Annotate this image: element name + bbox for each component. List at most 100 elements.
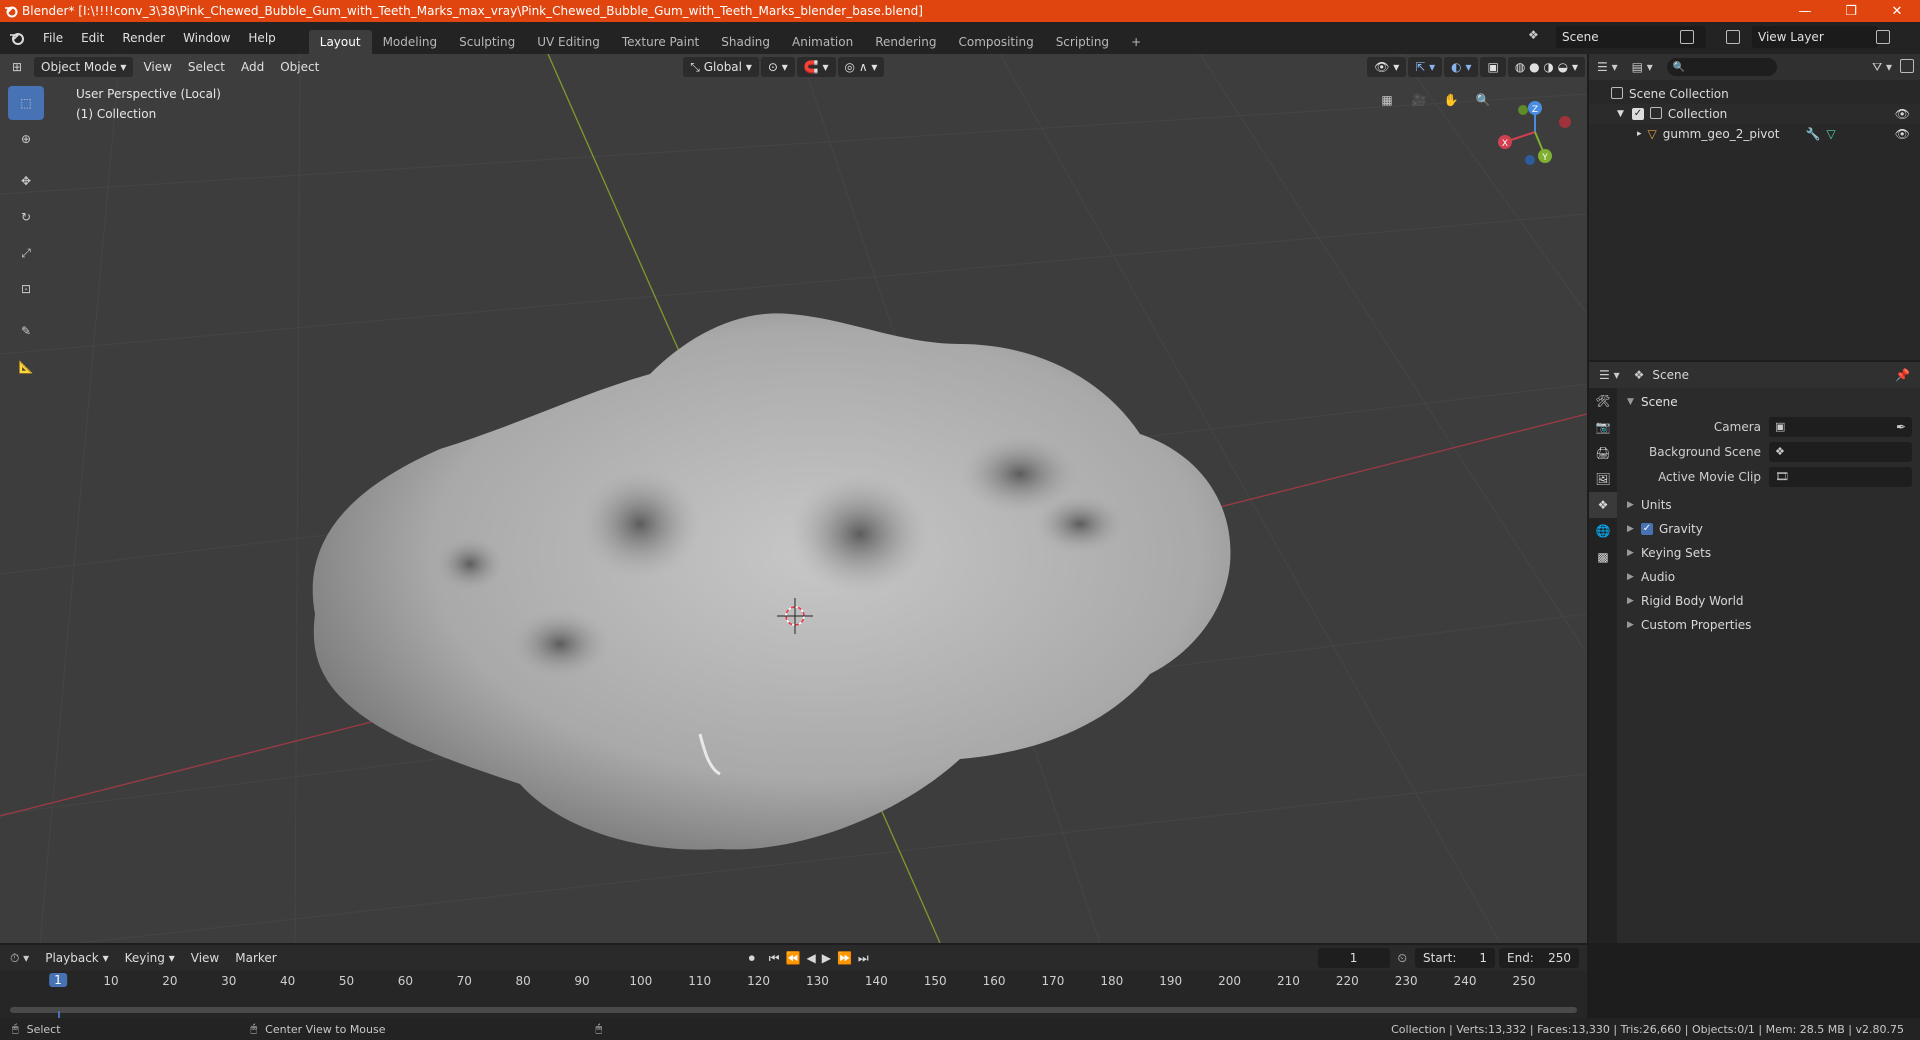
add-workspace-button[interactable]: + bbox=[1120, 30, 1152, 54]
object-mode-dropdown[interactable]: Object Mode ▾ bbox=[34, 57, 134, 77]
view-layer-icon[interactable] bbox=[1726, 30, 1740, 47]
annotate-icon[interactable]: ✎ bbox=[8, 314, 44, 348]
current-frame-field[interactable]: 1 bbox=[1317, 948, 1390, 968]
cursor-icon[interactable]: ⊕ bbox=[8, 122, 44, 156]
3d-viewport[interactable]: Z X Y ⊞ Object Mode ▾ View Select Add Ob… bbox=[0, 54, 1587, 943]
select-box-icon[interactable]: ⬚ bbox=[8, 86, 44, 120]
zoom-icon[interactable]: 🔍 bbox=[1471, 88, 1495, 112]
pan-hand-icon[interactable]: ✋ bbox=[1439, 88, 1463, 112]
tab-compositing[interactable]: Compositing bbox=[947, 30, 1044, 54]
gravity-panel[interactable]: ▶ ✓ Gravity bbox=[1619, 517, 1920, 541]
grid-view-icon[interactable]: ▦ bbox=[1375, 88, 1399, 112]
menu-timeline-view[interactable]: View bbox=[183, 951, 227, 965]
camera-view-icon[interactable]: 🎥 bbox=[1407, 88, 1431, 112]
audio-panel[interactable]: ▶ Audio bbox=[1619, 565, 1920, 589]
pivot-point-icon[interactable]: ⊙ ▾ bbox=[760, 57, 795, 77]
tool-tab-icon[interactable]: 🛠 bbox=[1589, 388, 1617, 414]
frame-ruler[interactable]: 1 10 20 30 40 50 60 70 80 90 100 110 120 130 140 150 16… bbox=[0, 971, 1587, 993]
overlays-icon[interactable]: ◐ ▾ bbox=[1444, 57, 1479, 77]
scene-type-icon[interactable]: ❖ bbox=[1528, 28, 1539, 42]
maximize-button[interactable]: ❐ bbox=[1828, 0, 1874, 22]
eye-icon[interactable]: 👁 bbox=[1895, 127, 1910, 141]
scene-panel-header[interactable]: ▼ Scene bbox=[1619, 390, 1920, 414]
menu-playback[interactable]: Playback ▾ bbox=[37, 951, 116, 965]
transform-icon[interactable]: ⊡ bbox=[8, 272, 44, 306]
gravity-checkbox[interactable]: ✓ bbox=[1641, 523, 1653, 535]
move-icon[interactable]: ✥ bbox=[8, 164, 44, 198]
eye-icon[interactable]: 👁 bbox=[1895, 107, 1910, 121]
properties-type-icon[interactable]: ☰ ▾ bbox=[1599, 368, 1620, 382]
outliner-row-scene-collection[interactable]: Scene Collection bbox=[1589, 84, 1920, 104]
texture-tab-icon[interactable]: ▩ bbox=[1589, 544, 1617, 570]
units-panel[interactable]: ▶ Units bbox=[1619, 493, 1920, 517]
view-layer-tab-icon[interactable]: 🖼 bbox=[1589, 466, 1617, 492]
close-button[interactable]: ✕ bbox=[1874, 0, 1920, 22]
play-icon[interactable]: ▶ bbox=[822, 951, 831, 965]
navigation-gizmo[interactable]: Z X Y bbox=[1498, 101, 1571, 165]
snap-icon[interactable]: 🧲 ▾ bbox=[796, 57, 836, 77]
minimize-button[interactable]: — bbox=[1782, 0, 1828, 22]
current-frame-indicator[interactable]: 1 bbox=[49, 973, 67, 987]
mesh-data-icon[interactable]: ▽ bbox=[1826, 127, 1835, 141]
outliner-search-input[interactable]: 🔍 bbox=[1666, 58, 1777, 76]
start-frame-field[interactable]: Start: 1 bbox=[1415, 948, 1495, 968]
end-frame-field[interactable]: End: 250 bbox=[1499, 948, 1579, 968]
menu-keying[interactable]: Keying ▾ bbox=[117, 951, 183, 965]
shading-modes[interactable]: ◍ ● ◑ ◒ ▾ bbox=[1507, 57, 1585, 77]
render-tab-icon[interactable]: 📷 bbox=[1589, 414, 1617, 440]
jump-start-icon[interactable]: ⏮ bbox=[769, 951, 780, 966]
tab-layout[interactable]: Layout bbox=[308, 30, 372, 54]
tab-rendering[interactable]: Rendering bbox=[864, 30, 947, 54]
tab-uv-editing[interactable]: UV Editing bbox=[526, 30, 611, 54]
blender-menu-icon[interactable] bbox=[0, 30, 34, 46]
next-keyframe-icon[interactable]: ⏩ bbox=[837, 951, 852, 965]
menu-add[interactable]: Add bbox=[233, 60, 272, 74]
custom-properties-panel[interactable]: ▶ Custom Properties bbox=[1619, 613, 1920, 637]
expand-arrow-icon[interactable]: ▼ bbox=[1617, 109, 1624, 119]
transform-orientation-dropdown[interactable]: ⤡ Global ▾ bbox=[683, 57, 759, 77]
menu-object[interactable]: Object bbox=[272, 60, 327, 74]
display-mode-icon[interactable]: ▤ ▾ bbox=[1632, 60, 1653, 74]
outliner-row-collection[interactable]: ▼ ✓ Collection 👁 bbox=[1589, 104, 1920, 124]
tab-shading[interactable]: Shading bbox=[710, 30, 781, 54]
view-layer-selector[interactable]: View Layer bbox=[1752, 26, 1878, 48]
gizmo-toggle-icon[interactable]: ⇱ ▾ bbox=[1408, 57, 1443, 77]
editor-type-icon[interactable]: ⊞ bbox=[0, 60, 34, 74]
outliner-type-icon[interactable]: ☰ ▾ bbox=[1597, 60, 1618, 74]
movie-clip-field[interactable]: 🎞 bbox=[1769, 466, 1912, 487]
timeline-type-icon[interactable]: ⏱ ▾ bbox=[10, 951, 29, 966]
menu-window[interactable]: Window bbox=[174, 22, 239, 54]
menu-file[interactable]: File bbox=[34, 22, 72, 54]
new-collection-icon[interactable] bbox=[1900, 58, 1914, 76]
visibility-icon[interactable]: 👁 ▾ bbox=[1367, 57, 1407, 77]
eyedropper-icon[interactable]: ✒ bbox=[1896, 420, 1906, 434]
tab-scripting[interactable]: Scripting bbox=[1045, 30, 1120, 54]
collection-checkbox[interactable]: ✓ bbox=[1631, 108, 1644, 120]
outliner-row-object[interactable]: ▸ ▽ gumm_geo_2_pivot 🔧 ▽ 👁 bbox=[1589, 124, 1920, 144]
play-reverse-icon[interactable]: ◀ bbox=[807, 951, 816, 965]
rigid-body-panel[interactable]: ▶ Rigid Body World bbox=[1619, 589, 1920, 613]
timeline-scrollbar[interactable] bbox=[10, 1007, 1577, 1013]
expand-arrow-icon[interactable]: ▸ bbox=[1637, 129, 1642, 139]
tab-texture-paint[interactable]: Texture Paint bbox=[611, 30, 710, 54]
jump-end-icon[interactable]: ⏭ bbox=[858, 951, 869, 966]
menu-select[interactable]: Select bbox=[180, 60, 233, 74]
scene-tab-icon[interactable]: ❖ bbox=[1589, 492, 1617, 518]
proportional-edit-icon[interactable]: ◎ ∧ ▾ bbox=[837, 57, 885, 77]
world-tab-icon[interactable]: 🌐 bbox=[1589, 518, 1617, 544]
new-view-layer-icon[interactable] bbox=[1876, 30, 1890, 47]
clock-icon[interactable]: ⏲ bbox=[1398, 951, 1407, 966]
modifier-wrench-icon[interactable]: 🔧 bbox=[1805, 127, 1820, 141]
camera-field[interactable]: ▣ ✒ bbox=[1769, 416, 1912, 437]
rotate-icon[interactable]: ↻ bbox=[8, 200, 44, 234]
xray-icon[interactable]: ▣ bbox=[1480, 57, 1506, 77]
menu-render[interactable]: Render bbox=[113, 22, 174, 54]
measure-icon[interactable]: 📐 bbox=[8, 350, 44, 384]
record-icon[interactable]: ⏺ bbox=[749, 951, 755, 966]
filter-icon[interactable]: ⛛ ▾ bbox=[1872, 60, 1892, 75]
background-scene-field[interactable]: ❖ bbox=[1769, 441, 1912, 462]
tab-animation[interactable]: Animation bbox=[781, 30, 864, 54]
tab-modeling[interactable]: Modeling bbox=[372, 30, 449, 54]
new-scene-icon[interactable] bbox=[1680, 30, 1694, 47]
pin-icon[interactable]: 📌 bbox=[1895, 368, 1910, 382]
